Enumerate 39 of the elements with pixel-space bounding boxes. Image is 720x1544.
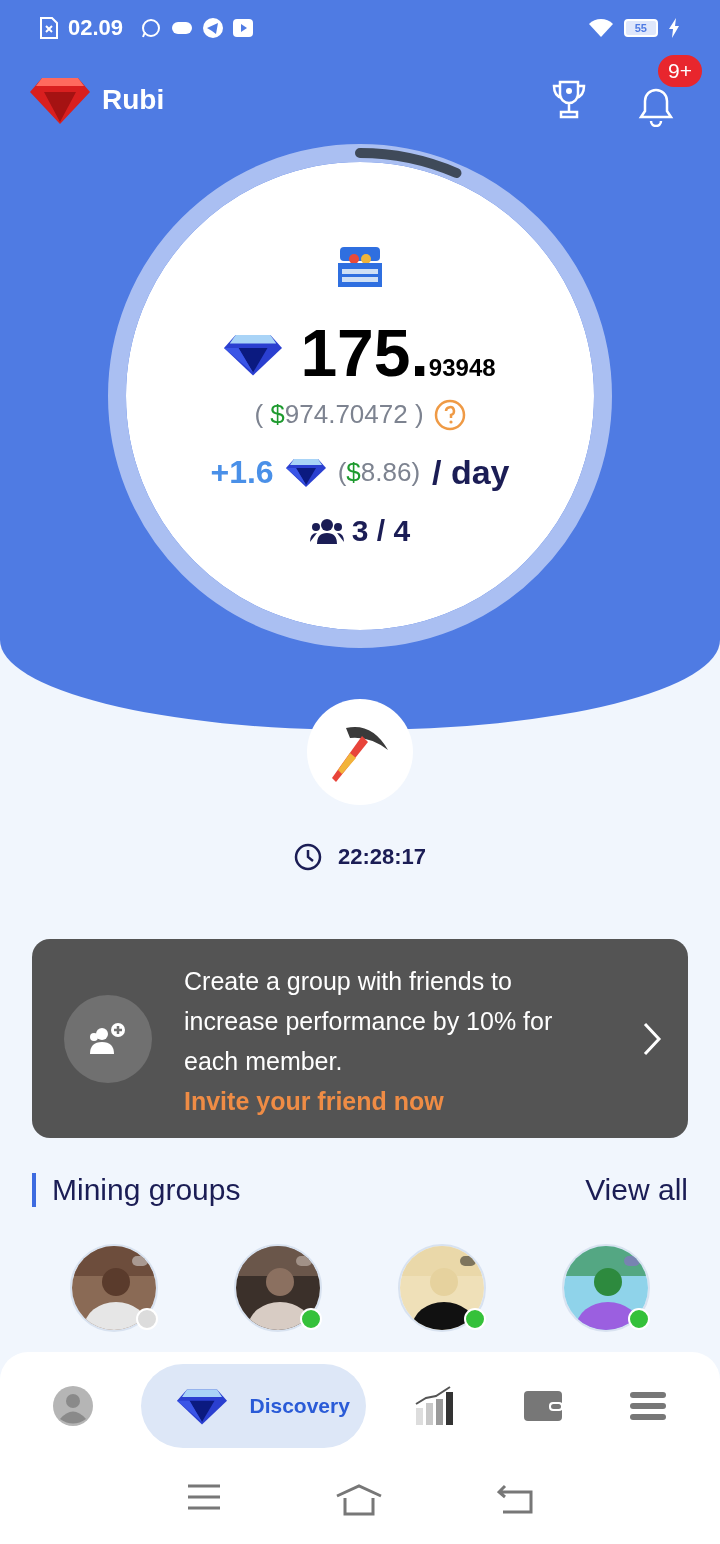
gem-icon (224, 332, 283, 376)
chevron-right-icon (642, 1020, 662, 1057)
clock-icon (293, 843, 322, 871)
usd-value: ( $974.70472 ) (254, 399, 424, 430)
add-user-icon (88, 1021, 128, 1056)
balance-amount: 175. (300, 314, 429, 391)
wifi-icon (587, 18, 614, 38)
sim-icon (40, 17, 58, 39)
mining-timer: 22:28:17 (337, 844, 427, 870)
home-icon[interactable] (335, 1484, 383, 1516)
trophy-icon[interactable] (552, 80, 586, 120)
notifications-button[interactable] (636, 87, 676, 127)
users-icon (309, 517, 344, 544)
invite-card[interactable]: Create a group with friends to increase performance by 10% for each member. Invite your friend now (32, 939, 688, 1138)
profile-icon (53, 1386, 94, 1426)
daily-rate: +1.6 (210, 453, 274, 491)
telegram-icon (203, 18, 224, 38)
invite-description: Create a group with friends to increase performance by 10% for each member. (184, 966, 554, 1077)
wallet-icon (522, 1390, 563, 1422)
status-time: 02.09 (68, 15, 124, 41)
ruby-logo-icon (30, 76, 90, 124)
section-title: Mining groups (32, 1173, 241, 1207)
daily-rate-usd: ($8.86) (337, 456, 421, 488)
youtube-icon (233, 19, 254, 37)
notification-badge: 9+ (658, 55, 702, 87)
balance-decimals: 93948 (428, 353, 496, 382)
charging-icon (668, 18, 680, 38)
back-icon[interactable] (497, 1484, 533, 1514)
battery-level: 55 (623, 19, 658, 37)
treasure-chest-icon[interactable] (336, 244, 384, 289)
view-all-link[interactable]: View all (585, 1173, 688, 1207)
member-count: 3 / 4 (351, 513, 411, 548)
app-title: Rubi (102, 84, 165, 116)
rate-unit: / day (432, 452, 510, 492)
gem-icon (177, 1387, 228, 1425)
menu-icon (628, 1390, 667, 1422)
recent-apps-icon[interactable] (187, 1484, 221, 1510)
gem-icon (285, 457, 326, 487)
nav-tab[interactable]: Discovery (141, 1364, 366, 1448)
